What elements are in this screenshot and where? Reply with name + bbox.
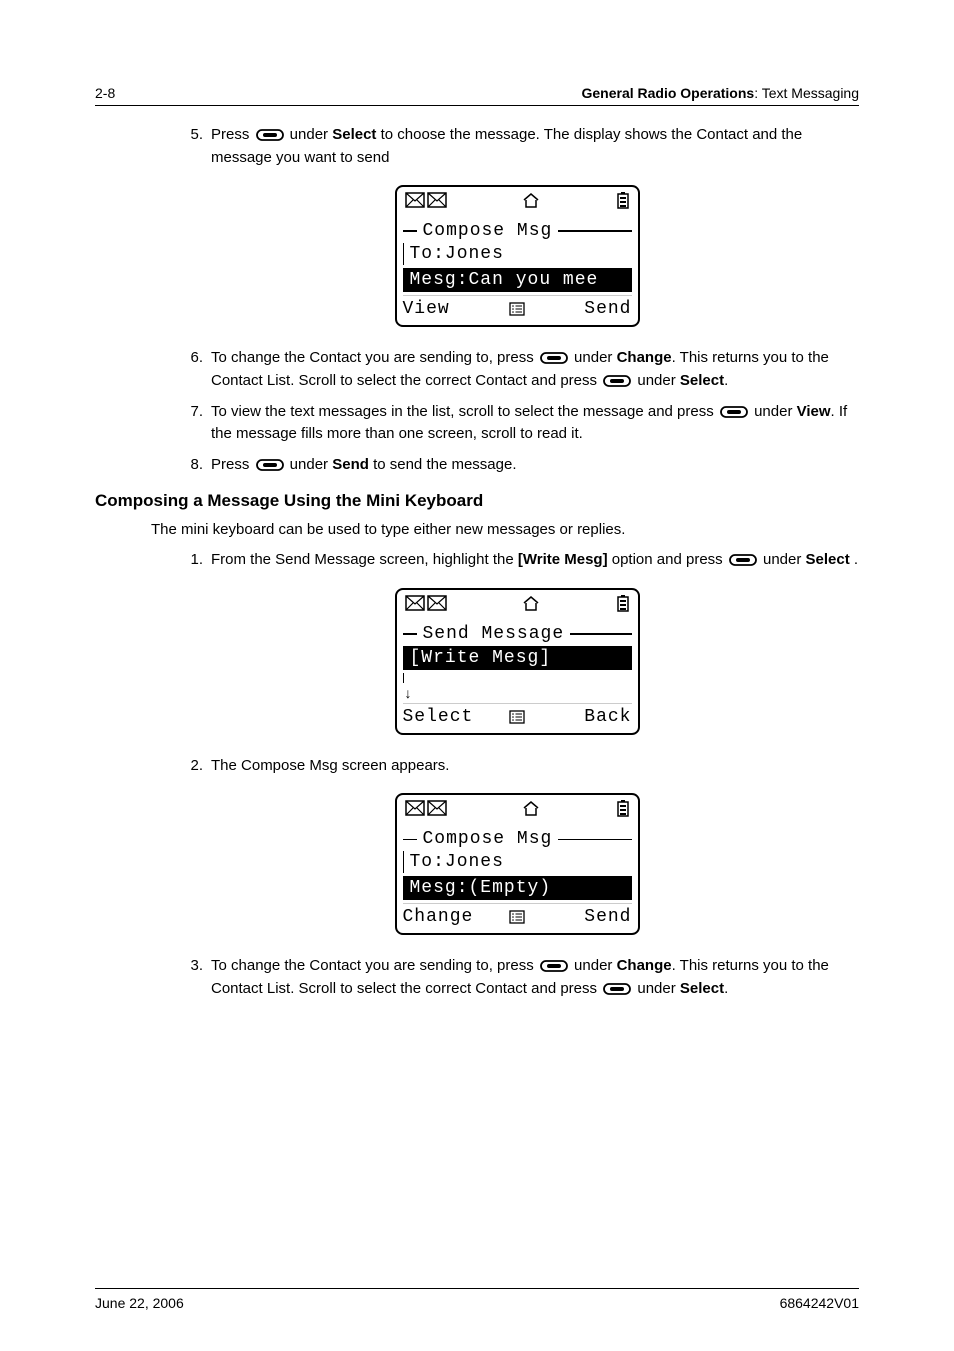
lcd3-softkey-right: Send (529, 907, 632, 927)
lcd2-row: [Write Mesg] (403, 646, 632, 670)
step-body: Press under Select to choose the message… (211, 124, 859, 169)
envelope-icon (427, 800, 447, 822)
lcd1-softkey-right: Send (529, 299, 632, 319)
footer-doc-id: 6864242V01 (780, 1295, 859, 1311)
page-header: 2-8 General Radio Operations: Text Messa… (95, 85, 859, 106)
step-item: 6.To change the Contact you are sending … (175, 347, 859, 392)
step-item: 5.Press under Select to choose the messa… (175, 124, 859, 169)
battery-icon (616, 799, 630, 823)
envelope-icon (427, 595, 447, 617)
softkey-button-icon (540, 347, 568, 370)
lcd3-to: To:Jones (403, 851, 632, 873)
battery-icon (616, 594, 630, 618)
step-number: 2. (175, 755, 211, 778)
lcd-send-message: Send Message [Write Mesg] ↓ Select Back (175, 588, 859, 735)
envelope-icon (405, 800, 425, 822)
lcd-compose-1: Compose Msg To:Jones Mesg:Can you mee Vi… (175, 185, 859, 327)
home-icon (521, 800, 541, 822)
softkey-button-icon (720, 401, 748, 424)
header-section-rest: : Text Messaging (754, 85, 859, 101)
down-arrow-icon: ↓ (403, 685, 632, 701)
page-number: 2-8 (95, 85, 115, 101)
softkey-button-icon (603, 370, 631, 393)
step-body: To change the Contact you are sending to… (211, 347, 859, 392)
menu-icon (505, 910, 529, 924)
step-number: 7. (175, 401, 211, 446)
step-item: 8.Press under Send to send the message. (175, 454, 859, 477)
step-number: 1. (175, 549, 211, 572)
envelope-icon (405, 595, 425, 617)
steps-bottom2: 2.The Compose Msg screen appears. (175, 755, 859, 778)
header-section-bold: General Radio Operations (581, 85, 754, 101)
steps-top: 5.Press under Select to choose the messa… (175, 124, 859, 169)
lcd3-mesg: Mesg:(Empty) (403, 876, 632, 900)
steps-bottom1: 1.From the Send Message screen, highligh… (175, 549, 859, 572)
softkey-button-icon (256, 454, 284, 477)
step-body: The Compose Msg screen appears. (211, 755, 859, 778)
battery-icon (616, 191, 630, 215)
steps-bottom3: 3.To change the Contact you are sending … (175, 955, 859, 1000)
steps-mid: 6.To change the Contact you are sending … (175, 347, 859, 476)
lcd2-softkey-left: Select (403, 707, 506, 727)
envelope-icon (427, 192, 447, 214)
section-intro: The mini keyboard can be used to type ei… (151, 519, 859, 542)
step-body: Press under Send to send the message. (211, 454, 859, 477)
step-body: From the Send Message screen, highlight … (211, 549, 859, 572)
step-body: To view the text messages in the list, s… (211, 401, 859, 446)
softkey-button-icon (729, 549, 757, 572)
lcd1-to: To:Jones (403, 243, 632, 265)
step-body: To change the Contact you are sending to… (211, 955, 859, 1000)
softkey-button-icon (540, 955, 568, 978)
lcd2-title: Send Message (417, 624, 571, 644)
softkey-button-icon (603, 978, 631, 1001)
lcd3-softkey-left: Change (403, 907, 506, 927)
step-number: 5. (175, 124, 211, 169)
step-item: 1.From the Send Message screen, highligh… (175, 549, 859, 572)
softkey-button-icon (256, 124, 284, 147)
step-number: 8. (175, 454, 211, 477)
lcd1-softkey-left: View (403, 299, 506, 319)
step-number: 6. (175, 347, 211, 392)
step-item: 2.The Compose Msg screen appears. (175, 755, 859, 778)
footer-date: June 22, 2006 (95, 1295, 184, 1311)
page-footer: June 22, 2006 6864242V01 (95, 1288, 859, 1311)
lcd1-mesg: Mesg:Can you mee (403, 268, 632, 292)
home-icon (521, 192, 541, 214)
lcd3-title: Compose Msg (417, 829, 559, 849)
section-heading: Composing a Message Using the Mini Keybo… (95, 491, 859, 511)
lcd1-title: Compose Msg (417, 221, 559, 241)
lcd2-softkey-right: Back (529, 707, 632, 727)
step-number: 3. (175, 955, 211, 1000)
header-right: General Radio Operations: Text Messaging (581, 85, 859, 101)
step-item: 3.To change the Contact you are sending … (175, 955, 859, 1000)
menu-icon (505, 302, 529, 316)
home-icon (521, 595, 541, 617)
lcd-compose-2: Compose Msg To:Jones Mesg:(Empty) Change… (175, 793, 859, 935)
menu-icon (505, 710, 529, 724)
step-item: 7.To view the text messages in the list,… (175, 401, 859, 446)
envelope-icon (405, 192, 425, 214)
